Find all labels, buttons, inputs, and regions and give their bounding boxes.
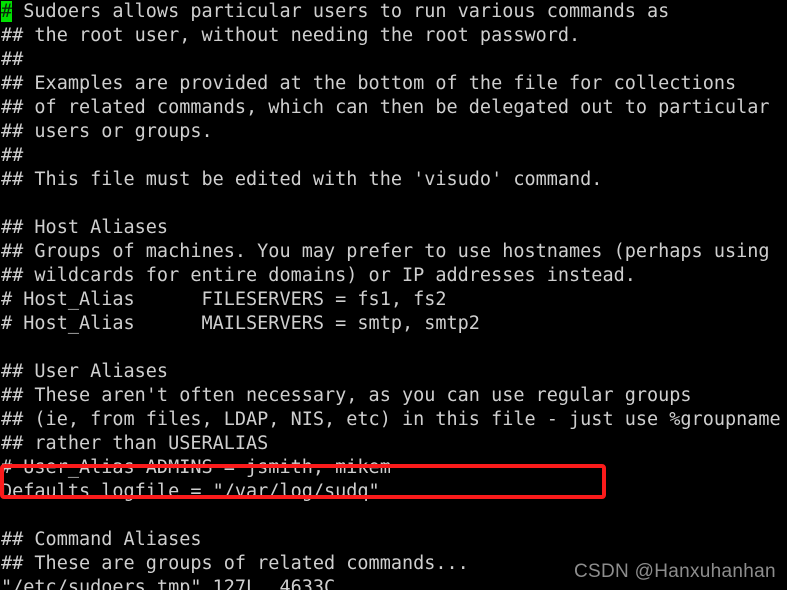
terminal-line: ## This file must be edited with the 'vi… xyxy=(1,169,603,190)
terminal-line: # Sudoers allows particular users to run… xyxy=(1,1,670,22)
terminal-line: ## rather than USERALIAS xyxy=(1,433,269,454)
terminal-line: ## the root user, without needing the ro… xyxy=(1,25,581,46)
terminal-line: # Host_Alias MAILSERVERS = smtp, smtp2 xyxy=(1,313,480,334)
terminal-line: # Host_Alias FILESERVERS = fs1, fs2 xyxy=(1,289,447,310)
terminal-window[interactable]: # Sudoers allows particular users to run… xyxy=(0,0,787,590)
terminal-line: # User_Alias ADMINS = jsmith, mikem xyxy=(1,457,391,478)
terminal-line: ## users or groups. xyxy=(1,121,213,142)
terminal-line: ## of related commands, which can then b… xyxy=(1,97,770,118)
terminal-line: ## These aren't often necessary, as you … xyxy=(1,385,692,406)
watermark-label: CSDN @Hanxuhanhan xyxy=(574,561,776,582)
terminal-text-area[interactable]: # Sudoers allows particular users to run… xyxy=(0,0,787,590)
highlighted-config-line: Defaults logfile = "/var/log/sudq" xyxy=(1,481,380,502)
terminal-line: ## xyxy=(1,49,24,70)
terminal-line: ## xyxy=(1,145,24,166)
terminal-line: ## wildcards for entire domains) or IP a… xyxy=(1,265,636,286)
terminal-line: ## Groups of machines. You may prefer to… xyxy=(1,241,770,262)
terminal-line: ## User Aliases xyxy=(1,361,169,382)
terminal-line: ## Command Aliases xyxy=(1,529,202,550)
terminal-line: ## Host Aliases xyxy=(1,217,169,238)
terminal-line: ## (ie, from files, LDAP, NIS, etc) in t… xyxy=(1,409,781,430)
text-cursor: # xyxy=(1,1,13,22)
terminal-line: ## Examples are provided at the bottom o… xyxy=(1,73,737,94)
